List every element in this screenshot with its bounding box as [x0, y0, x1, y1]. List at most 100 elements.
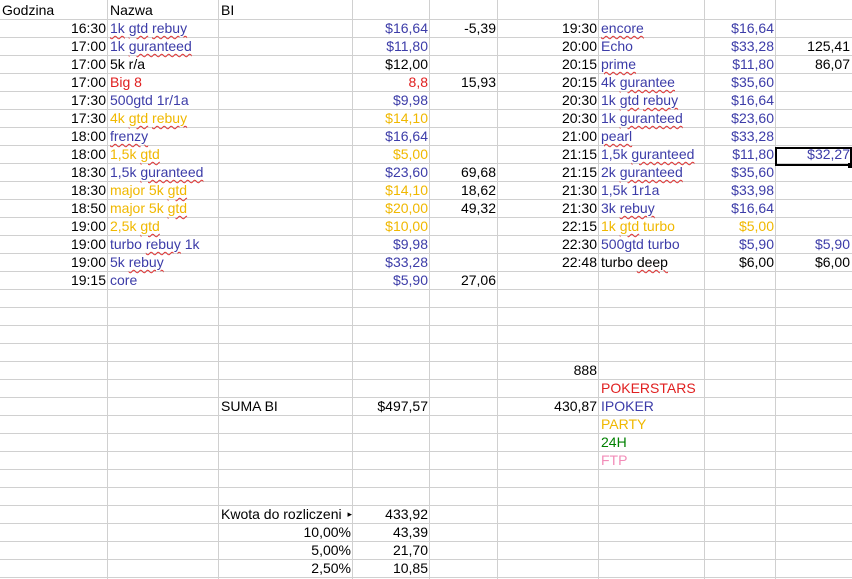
tournament-name-cell[interactable]: 1k gtd rebuy — [108, 20, 219, 38]
legend-item[interactable]: FTP — [599, 452, 629, 470]
time-cell[interactable]: 17:30 — [0, 110, 108, 128]
tournament-name-cell[interactable]: core — [108, 272, 219, 290]
tournament-name-cell[interactable]: frenzy — [108, 128, 219, 146]
buyin-cell[interactable]: $23,60 — [705, 110, 776, 128]
tournament-name-cell[interactable]: 4k gtd rebuy — [108, 110, 219, 128]
tournament-name-cell[interactable]: encore — [599, 20, 705, 38]
header-godzina[interactable]: Godzina — [0, 2, 108, 20]
spreadsheet-grid[interactable]: Godzina Nazwa BI 16:30 1k gtd rebuy $16,64 -5,… — [0, 0, 852, 579]
header-nazwa[interactable]: Nazwa — [108, 2, 219, 20]
result-cell[interactable]: 18,62 — [430, 182, 498, 200]
buyin-cell[interactable]: $33,28 — [219, 254, 430, 272]
buyin-cell[interactable]: 8,8 — [219, 74, 430, 92]
buyin-cell[interactable]: $11,80 — [705, 56, 776, 74]
buyin-cell[interactable]: $6,00 — [705, 254, 776, 272]
result-cell[interactable]: $6,00 — [776, 254, 852, 272]
buyin-cell[interactable]: $5,00 — [705, 218, 776, 236]
tournament-name-cell[interactable]: 1k guranteed — [108, 38, 219, 56]
tournament-name-cell[interactable]: 2k guranteed — [599, 164, 705, 182]
tournament-name-cell[interactable]: 5k r/a — [108, 56, 219, 74]
time-cell[interactable]: 18:30 — [0, 182, 108, 200]
time-cell[interactable]: 22:15 — [498, 218, 599, 236]
tournament-name-cell[interactable]: 500gtd 1r/1a — [108, 92, 219, 110]
result-cell[interactable]: 27,06 — [430, 272, 498, 290]
time-cell[interactable]: 19:00 — [0, 254, 108, 272]
buyin-cell[interactable]: $9,98 — [219, 236, 430, 254]
time-cell[interactable]: 21:30 — [498, 200, 599, 218]
tournament-name-cell[interactable]: 1,5k guranteed — [108, 164, 219, 182]
time-cell[interactable]: 22:48 — [498, 254, 599, 272]
time-cell[interactable]: 16:30 — [0, 20, 108, 38]
time-cell[interactable]: 18:50 — [0, 200, 108, 218]
tournament-name-cell[interactable]: major 5k gtd — [108, 200, 219, 218]
time-cell[interactable]: 21:00 — [498, 128, 599, 146]
buyin-cell[interactable]: $35,60 — [705, 164, 776, 182]
tournament-name-cell[interactable]: 1k gtd turbo — [599, 218, 705, 236]
header-bi[interactable]: BI — [219, 2, 353, 20]
buyin-cell[interactable]: $33,98 — [705, 182, 776, 200]
tournament-name-cell[interactable]: 1k gtd rebuy — [599, 92, 705, 110]
tournament-name-cell[interactable]: 2,5k gtd — [108, 218, 219, 236]
time-cell[interactable]: 19:00 — [0, 218, 108, 236]
result-cell[interactable]: -5,39 — [430, 20, 498, 38]
buyin-cell[interactable]: $14,10 — [219, 182, 430, 200]
buyin-cell[interactable]: $20,00 — [219, 200, 430, 218]
result-cell[interactable]: 86,07 — [776, 56, 852, 74]
time-cell[interactable]: 22:30 — [498, 236, 599, 254]
time-cell[interactable]: 21:15 — [498, 164, 599, 182]
buyin-cell[interactable]: $35,60 — [705, 74, 776, 92]
result-cell[interactable]: 69,68 — [430, 164, 498, 182]
legend-item[interactable]: POKERSTARS — [599, 380, 698, 398]
result-cell[interactable]: 49,32 — [430, 200, 498, 218]
tournament-name-cell[interactable]: major 5k gtd — [108, 182, 219, 200]
legend-item[interactable]: PARTY — [599, 416, 648, 434]
buyin-cell[interactable]: $33,28 — [705, 128, 776, 146]
percent-cell[interactable]: 5,00% — [219, 542, 353, 560]
percent-cell[interactable]: 2,50% — [219, 560, 353, 578]
tournament-name-cell[interactable]: 1,5k 1r1a — [599, 182, 705, 200]
legend-item[interactable]: 888 — [498, 362, 599, 380]
tournament-name-cell[interactable]: 500gtd turbo — [599, 236, 705, 254]
time-cell[interactable]: 19:30 — [498, 20, 599, 38]
time-cell[interactable]: 20:30 — [498, 92, 599, 110]
time-cell[interactable]: 17:00 — [0, 38, 108, 56]
tournament-name-cell[interactable]: 5k rebuy — [108, 254, 219, 272]
time-cell[interactable]: 21:15 — [498, 146, 599, 164]
buyin-cell[interactable]: $5,00 — [219, 146, 430, 164]
buyin-cell[interactable]: $16,64 — [705, 200, 776, 218]
time-cell[interactable]: 18:00 — [0, 146, 108, 164]
tournament-name-cell[interactable]: 1k guranteed — [599, 110, 705, 128]
buyin-cell[interactable]: $12,00 — [219, 56, 430, 74]
buyin-cell[interactable]: $11,80 — [219, 38, 430, 56]
tournament-name-cell[interactable]: turbo rebuy 1k — [108, 236, 219, 254]
tournament-name-cell[interactable]: prime — [599, 56, 705, 74]
buyin-cell[interactable]: $5,90 — [705, 236, 776, 254]
fill-handle[interactable] — [848, 163, 852, 168]
tournament-name-cell[interactable]: pearl — [599, 128, 705, 146]
sum-result[interactable]: 430,87 — [430, 398, 599, 416]
buyin-cell[interactable]: $23,60 — [219, 164, 430, 182]
percent-value-cell[interactable]: 43,39 — [353, 524, 430, 542]
time-cell[interactable]: 18:00 — [0, 128, 108, 146]
legend-item[interactable]: 24H — [599, 434, 629, 452]
time-cell[interactable]: 21:30 — [498, 182, 599, 200]
tournament-name-cell[interactable]: Echo — [599, 38, 705, 56]
time-cell[interactable]: 17:00 — [0, 56, 108, 74]
sum-value[interactable]: $497,57 — [353, 398, 430, 416]
time-cell[interactable]: 19:15 — [0, 272, 108, 290]
buyin-cell[interactable]: $33,28 — [705, 38, 776, 56]
time-cell[interactable]: 20:15 — [498, 56, 599, 74]
percent-cell[interactable]: 10,00% — [219, 524, 353, 542]
selected-cell-outline[interactable] — [775, 147, 852, 166]
time-cell[interactable]: 19:00 — [0, 236, 108, 254]
buyin-cell[interactable]: $16,64 — [705, 92, 776, 110]
buyin-cell[interactable]: $11,80 — [705, 146, 776, 164]
settlement-label[interactable]: Kwota do rozliczeni ▸ — [219, 506, 353, 524]
result-cell[interactable]: 15,93 — [430, 74, 498, 92]
buyin-cell[interactable]: $9,98 — [219, 92, 430, 110]
buyin-cell[interactable]: $10,00 — [219, 218, 430, 236]
time-cell[interactable]: 18:30 — [0, 164, 108, 182]
settlement-value[interactable]: 433,92 — [353, 506, 430, 524]
buyin-cell[interactable]: $5,90 — [219, 272, 430, 290]
buyin-cell[interactable]: $16,64 — [219, 20, 430, 38]
